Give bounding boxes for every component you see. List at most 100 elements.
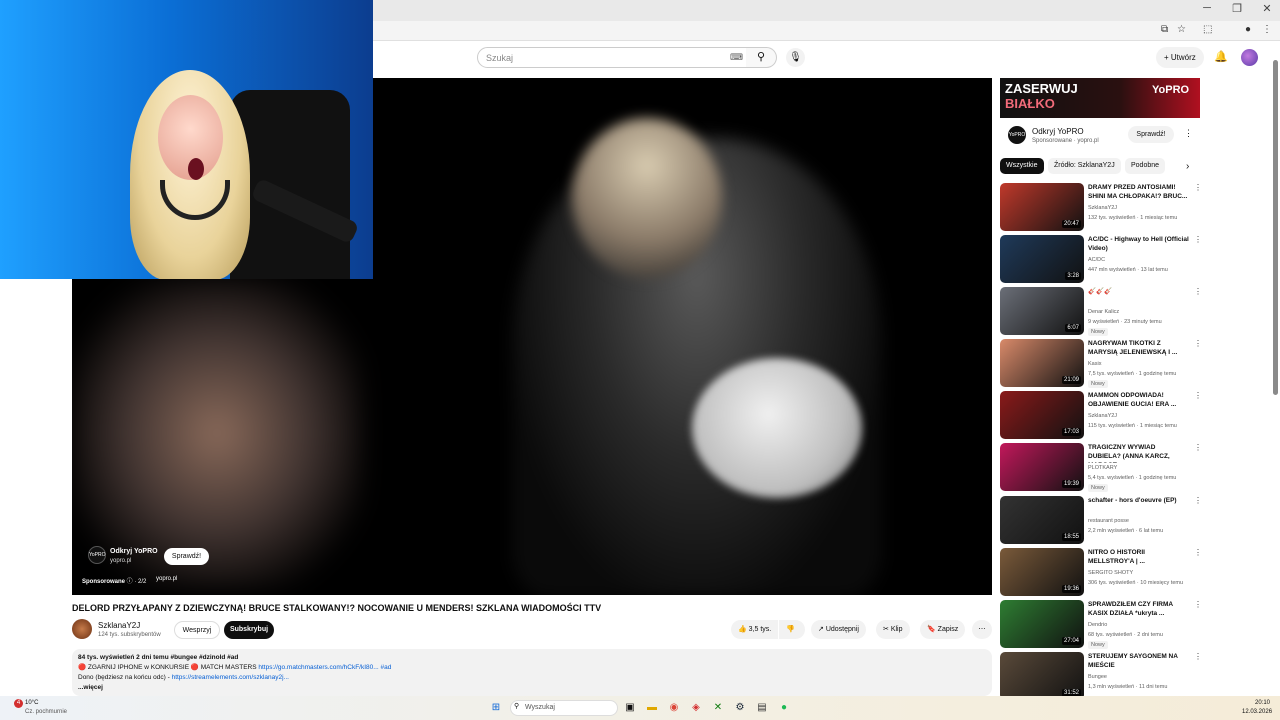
task-view-icon[interactable]: ▣ [622, 700, 638, 716]
xbox-icon[interactable]: ✕ [710, 700, 726, 716]
recommendation-title[interactable]: NITRO O HISTORII MELLSTROY'A | ... [1088, 548, 1190, 566]
recommendation-channel[interactable]: AC/DC [1088, 257, 1105, 263]
subscribe-button[interactable]: Subskrybuj [224, 621, 274, 639]
clock-time[interactable]: 20:10 [1255, 700, 1270, 706]
chip-source[interactable]: Źródło: SzklanaY2J [1048, 158, 1121, 174]
description-ad-tag[interactable]: #ad [381, 664, 392, 671]
recommendation-title[interactable]: TRAGICZNY WYWIAD DUBIELA? (ANNA KARCZ, M… [1088, 443, 1190, 463]
sidebar-ad-menu-icon[interactable]: ⋮ [1184, 128, 1193, 139]
recommendation-channel[interactable]: Kasix [1088, 361, 1101, 367]
recommendation-channel[interactable]: SERGITO SHOTY [1088, 570, 1133, 576]
recommendation-title[interactable]: SPRAWDZIŁEM CZY FIRMA KASIX DZIAŁA *ukry… [1088, 600, 1190, 618]
clip-button[interactable]: ✂ Klip [876, 620, 910, 639]
recommendation-thumbnail[interactable]: 6:07 [1000, 287, 1084, 335]
minimize-button[interactable]: ─ [1192, 2, 1222, 14]
recommendation-title[interactable]: NAGRYWAM TIKOTKI Z MARYSIĄ JELENIEWSKĄ I… [1088, 339, 1190, 357]
profile-icon[interactable]: ● [1245, 24, 1251, 35]
recommendation-thumbnail[interactable]: 18:55 [1000, 496, 1084, 544]
more-options-icon[interactable]: ⋮ [1194, 443, 1202, 452]
recommendation-channel[interactable]: PLOTKARY [1088, 465, 1117, 471]
channel-name[interactable]: SzklanaY2J [98, 621, 140, 630]
recommendation-thumbnail[interactable]: 21:09 [1000, 339, 1084, 387]
description-more[interactable]: ...więcej [78, 683, 986, 693]
description-link-1[interactable]: https://go.matchmasters.com/hCkF/kI80... [258, 664, 378, 671]
more-options-icon[interactable]: ⋮ [1194, 391, 1202, 400]
bell-icon[interactable]: 🔔 [1214, 50, 1228, 63]
recommendation-item[interactable]: 19:39 TRAGICZNY WYWIAD DUBIELA? (ANNA KAR… [1000, 443, 1202, 492]
menu-icon[interactable]: ⋮ [1262, 24, 1272, 35]
save-button[interactable]: 🔖 Zapisz [920, 620, 966, 639]
recommendation-title[interactable]: 🎸🎸🎸 [1088, 287, 1190, 296]
steam-icon[interactable]: ⚙ [732, 700, 748, 716]
windows-start-icon[interactable]: ⊞ [488, 700, 504, 716]
more-options-icon[interactable]: ⋮ [1194, 496, 1202, 505]
description-box[interactable]: 84 tys. wyświetleń 2 dni temu #bungee #d… [72, 649, 992, 696]
recommendation-title[interactable]: schafter - hors d'oeuvre (EP) [1088, 496, 1190, 505]
recommendation-item[interactable]: 21:09 NAGRYWAM TIKOTKI Z MARYSIĄ JELENIEW… [1000, 339, 1202, 388]
share-button[interactable]: ↗ Udostępnij [811, 620, 866, 639]
recommendation-thumbnail[interactable]: 27:04 [1000, 600, 1084, 648]
more-options-icon[interactable]: ⋮ [1194, 287, 1202, 296]
recommendation-thumbnail[interactable]: 20:47 [1000, 183, 1084, 231]
recommendation-item[interactable]: 6:07 🎸🎸🎸 Denar Kalicz 9 wyświetleń · 23 min… [1000, 287, 1202, 336]
page-scrollbar[interactable] [1273, 60, 1278, 395]
recommendation-item[interactable]: 27:04 SPRAWDZIŁEM CZY FIRMA KASIX DZIAŁA … [1000, 600, 1202, 649]
keyboard-icon[interactable]: ⌨ [730, 52, 743, 63]
app-icon[interactable]: ◈ [688, 700, 704, 716]
recommendation-title[interactable]: STERUJEMY SAYGONEM NA MIEŚCIE [1088, 652, 1190, 670]
extensions-icon[interactable]: ⬚ [1203, 24, 1212, 35]
bookmark-star-icon[interactable]: ☆ [1177, 24, 1186, 35]
recommendation-item[interactable]: 20:47 DRAMY PRZED ANTOSIAMI! SHINI MA CHŁ… [1000, 183, 1202, 231]
more-options-icon[interactable]: ⋮ [1194, 339, 1202, 348]
like-button[interactable]: 👍 3,5 tys. [731, 620, 778, 639]
recommendation-thumbnail[interactable]: 19:36 [1000, 548, 1084, 596]
cast-icon[interactable]: ⧉ [1161, 24, 1168, 35]
recommendation-thumbnail[interactable]: 17:03 [1000, 391, 1084, 439]
mic-button[interactable]: 🎙 [786, 48, 805, 67]
more-options-icon[interactable]: ⋮ [1194, 548, 1202, 557]
recommendation-title[interactable]: DRAMY PRZED ANTOSIAMI! SHINI MA CHŁOPAKA… [1088, 183, 1190, 201]
recommendation-channel[interactable]: SzklanaY2J [1088, 413, 1117, 419]
recommendation-channel[interactable]: restaurant posse [1088, 518, 1129, 524]
file-explorer-icon[interactable]: ▬ [644, 700, 660, 716]
chrome-icon[interactable]: ◉ [666, 700, 682, 716]
sidebar-ad-button[interactable]: Sprawdź! [1128, 126, 1174, 143]
recommendation-channel[interactable]: Dendrio [1088, 622, 1107, 628]
more-actions-button[interactable]: ⋯ [972, 620, 992, 639]
chip-all[interactable]: Wszystkie [1000, 158, 1044, 174]
recommendation-thumbnail[interactable]: 31:52 [1000, 652, 1084, 700]
more-options-icon[interactable]: ⋮ [1194, 652, 1202, 661]
recommendation-channel[interactable]: Bungee [1088, 674, 1107, 680]
recommendation-channel[interactable]: SzklanaY2J [1088, 205, 1117, 211]
chip-similar[interactable]: Podobne [1125, 158, 1166, 174]
recommendation-item[interactable]: 18:55 schafter - hors d'oeuvre (EP) restau… [1000, 496, 1202, 544]
chevron-right-icon[interactable]: › [1186, 161, 1189, 172]
more-options-icon[interactable]: ⋮ [1194, 183, 1202, 192]
recommendation-thumbnail[interactable]: 3:28 [1000, 235, 1084, 283]
recommendation-item[interactable]: 19:36 NITRO O HISTORII MELLSTROY'A | ... S… [1000, 548, 1202, 596]
support-button[interactable]: Wesprzyj [174, 621, 220, 639]
search-button[interactable]: ⚲ [746, 47, 777, 68]
recommendation-item[interactable]: 3:28 AC/DC - Highway to Hell (Official Vi… [1000, 235, 1202, 283]
taskbar-search[interactable]: Wyszukaj [510, 700, 618, 716]
player-ad-button[interactable]: Sprawdź! [164, 548, 209, 565]
recommendation-channel[interactable]: Denar Kalicz [1088, 309, 1119, 315]
more-options-icon[interactable]: ⋮ [1194, 600, 1202, 609]
account-avatar[interactable] [1241, 49, 1258, 66]
dislike-button[interactable]: 👎 [779, 620, 805, 639]
weather-temp[interactable]: 10°C [25, 700, 38, 706]
maximize-button[interactable]: ❐ [1222, 2, 1252, 15]
channel-avatar[interactable] [72, 619, 92, 639]
terminal-icon[interactable]: ▤ [754, 700, 770, 716]
clock-date[interactable]: 12.03.2026 [1242, 709, 1272, 715]
recommendation-item[interactable]: 17:03 MAMMON ODPOWIADA! OBJAWIENIE GUCIA!… [1000, 391, 1202, 439]
recommendation-title[interactable]: AC/DC - Highway to Hell (Official Video) [1088, 235, 1190, 253]
close-button[interactable]: ✕ [1252, 2, 1280, 15]
description-link-2[interactable]: https://streamelements.com/szklanay2j... [172, 674, 289, 681]
create-button[interactable]: + Utwórz [1156, 47, 1204, 68]
spotify-icon[interactable]: ● [776, 700, 792, 716]
recommendation-thumbnail[interactable]: 19:39 [1000, 443, 1084, 491]
recommendation-item[interactable]: 31:52 STERUJEMY SAYGONEM NA MIEŚCIE Bungee… [1000, 652, 1202, 700]
recommendation-title[interactable]: MAMMON ODPOWIADA! OBJAWIENIE GUCIA! ERA … [1088, 391, 1190, 409]
search-input[interactable]: Szukaj [477, 47, 747, 68]
